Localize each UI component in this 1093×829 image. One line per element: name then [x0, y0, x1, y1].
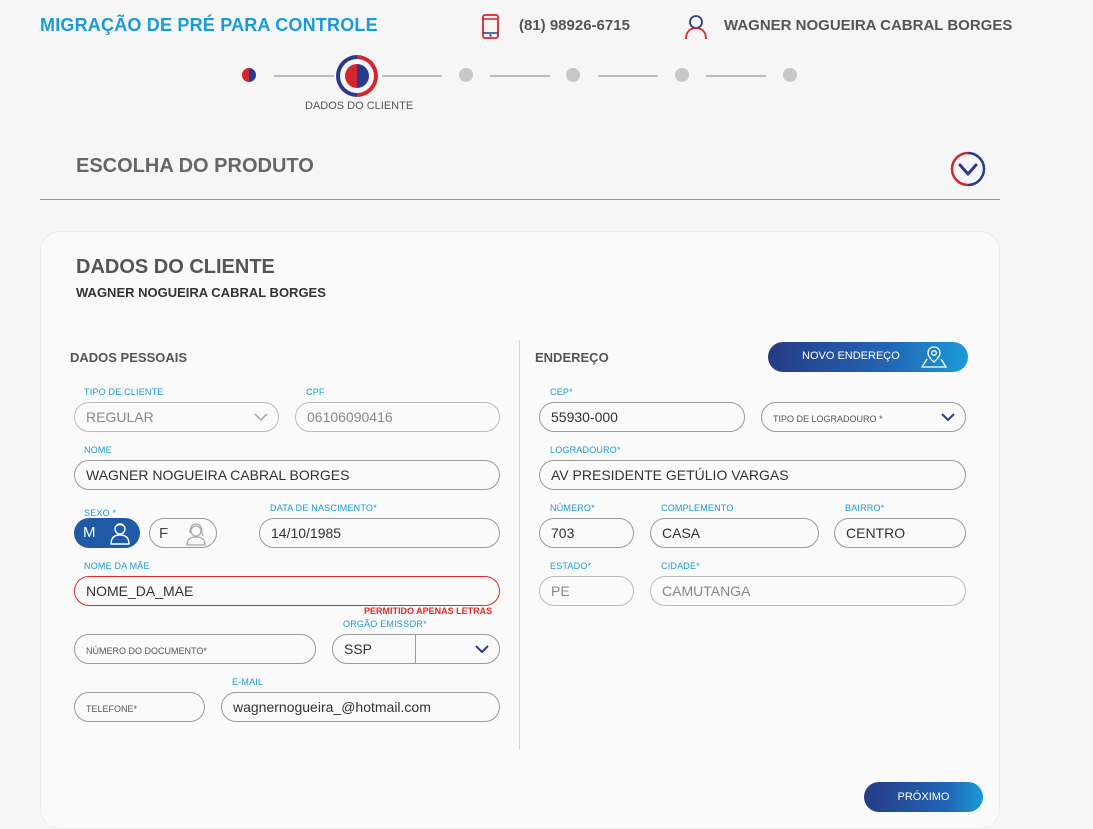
step-connector: [490, 75, 550, 77]
card-title: DADOS DO CLIENTE: [76, 256, 275, 278]
chevron-down-icon: [941, 413, 955, 422]
nome-field[interactable]: WAGNER NOGUEIRA CABRAL BORGES: [74, 460, 500, 490]
cpf-label: CPF: [306, 387, 325, 397]
orgao-value: SSP: [344, 641, 373, 657]
user-icon: [685, 15, 707, 40]
orgao-label: ORGÃO EMISSOR*: [343, 619, 427, 629]
cpf-field[interactable]: 06106090416: [295, 402, 500, 432]
user-name: WAGNER NOGUEIRA CABRAL BORGES: [724, 17, 1013, 34]
chevron-down-icon[interactable]: [950, 151, 986, 187]
mae-error-message: PERMITIDO APENAS LETRAS: [364, 606, 493, 616]
numero-label: NÚMERO*: [550, 503, 595, 513]
step-2-active: [336, 55, 378, 97]
step-5-dot: [675, 68, 689, 82]
nome-label: NOME: [84, 445, 112, 455]
cep-field[interactable]: 55930-000: [539, 402, 745, 432]
mae-field[interactable]: NOME_DA_MAE: [74, 576, 500, 606]
tipo-cliente-label: TIPO DE CLIENTE: [84, 387, 164, 397]
numero-field[interactable]: 703: [539, 518, 634, 548]
male-avatar-icon: [110, 523, 130, 545]
sexo-f-toggle[interactable]: F: [149, 518, 217, 548]
chevron-down-icon: [475, 645, 489, 654]
novo-endereco-label: NOVO ENDEREÇO: [802, 350, 900, 362]
email-field[interactable]: wagnernogueira_@hotmail.com: [221, 692, 500, 722]
cidade-label: CIDADE*: [661, 561, 700, 571]
page-title: MIGRAÇÃO DE PRÉ PARA CONTROLE: [40, 15, 378, 35]
personal-section-title: DADOS PESSOAIS: [70, 350, 188, 365]
step-connector: [598, 75, 658, 77]
orgao-select[interactable]: SSP: [332, 634, 500, 664]
bairro-field[interactable]: CENTRO: [834, 518, 966, 548]
sexo-label: SEXO *: [84, 508, 117, 518]
step-connector: [706, 75, 766, 77]
phone-number: (81) 98926-6715: [519, 17, 630, 34]
map-pin-icon: [920, 346, 948, 368]
documento-placeholder: NÚMERO DO DOCUMENTO*: [86, 646, 207, 656]
nascimento-label: DATA DE NASCIMENTO*: [270, 503, 377, 513]
complemento-field[interactable]: CASA: [650, 518, 819, 548]
select-separator: [415, 635, 416, 663]
sexo-m-toggle[interactable]: M: [74, 518, 140, 548]
nascimento-field[interactable]: 14/10/1985: [259, 518, 500, 548]
estado-label: ESTADO*: [550, 561, 592, 571]
logradouro-field[interactable]: AV PRESIDENTE GETÚLIO VARGAS: [539, 460, 966, 490]
complemento-label: COMPLEMENTO: [661, 503, 734, 513]
accordion-divider: [40, 199, 1000, 200]
email-label: E-MAIL: [232, 677, 264, 687]
column-divider: [519, 340, 520, 750]
step-connector: [274, 75, 334, 77]
sexo-f-letter: F: [159, 525, 169, 542]
step-4-dot: [566, 68, 580, 82]
tipo-cliente-select[interactable]: REGULAR: [74, 402, 279, 432]
female-avatar-icon: [186, 523, 206, 546]
novo-endereco-button[interactable]: NOVO ENDEREÇO: [768, 342, 968, 372]
step-6-dot: [783, 68, 797, 82]
cidade-field[interactable]: CAMUTANGA: [650, 576, 966, 606]
card-subtitle: WAGNER NOGUEIRA CABRAL BORGES: [76, 285, 326, 300]
telefone-field[interactable]: TELEFONE*: [74, 692, 205, 722]
tipo-logradouro-select[interactable]: TIPO DE LOGRADOURO *: [761, 402, 966, 432]
tipo-logradouro-placeholder: TIPO DE LOGRADOURO *: [773, 414, 883, 424]
logradouro-label: LOGRADOURO*: [550, 445, 621, 455]
step-1-dot: [242, 68, 256, 82]
estado-field[interactable]: PE: [539, 576, 634, 606]
accordion-title[interactable]: ESCOLHA DO PRODUTO: [76, 155, 314, 178]
next-button[interactable]: PRÓXIMO: [864, 782, 983, 812]
sexo-m-letter: M: [83, 524, 96, 541]
documento-field[interactable]: NÚMERO DO DOCUMENTO*: [74, 634, 316, 664]
tipo-cliente-value: REGULAR: [86, 409, 154, 425]
chevron-down-icon: [254, 413, 268, 422]
step-3-dot: [459, 68, 473, 82]
address-section-title: ENDEREÇO: [535, 350, 609, 365]
mae-label: NOME DA MÃE: [84, 561, 150, 571]
cep-label: CEP*: [550, 387, 573, 397]
bairro-label: BAIRRO*: [845, 503, 885, 513]
step-connector: [382, 75, 442, 77]
step-active-label: DADOS DO CLIENTE: [305, 100, 414, 112]
telefone-placeholder: TELEFONE*: [86, 704, 138, 714]
mobile-phone-icon: [482, 14, 499, 39]
